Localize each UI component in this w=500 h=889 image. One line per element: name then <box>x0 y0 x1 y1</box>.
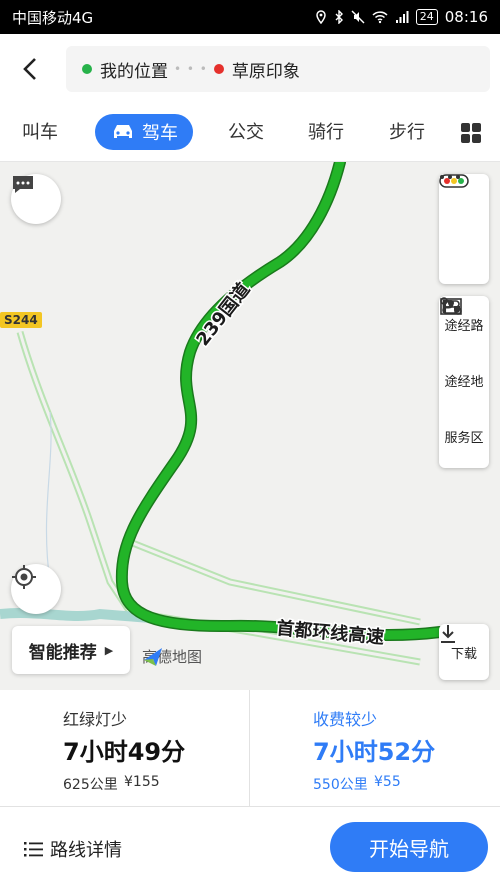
list-icon <box>24 842 43 857</box>
waypoint-place-label: 途经地 <box>444 374 484 390</box>
map-canvas: 239国道 首都环线高速 <box>0 162 446 666</box>
download-icon <box>441 625 455 643</box>
destination-dot <box>213 64 224 74</box>
route-option-duration: 7小时52分 <box>313 738 436 766</box>
tab-walk[interactable]: 步行 <box>389 118 425 144</box>
route-option-tag: 收费较少 <box>313 710 378 729</box>
amap-logo-icon <box>144 648 162 666</box>
origin-label: 我的位置 <box>100 61 168 82</box>
bluetooth-icon <box>335 10 343 24</box>
traffic-button[interactable] <box>439 174 489 230</box>
car-icon <box>114 125 132 138</box>
route-details-button[interactable]: 路线详情 <box>24 836 122 862</box>
waypoint-route-label: 途经路 <box>444 318 484 334</box>
route-input[interactable]: 我的位置 • • • 草原印象 <box>66 46 490 92</box>
triangle-right-icon: ▶ <box>104 643 114 657</box>
divider <box>0 806 500 807</box>
download-button[interactable]: 下载 <box>439 624 489 680</box>
road-label-239: 239国道 <box>192 279 255 351</box>
smart-recommend-label: 智能推荐 <box>28 642 97 663</box>
message-button[interactable] <box>11 174 61 224</box>
service-area-label: 服务区 <box>444 430 484 446</box>
route-options-panel: 红绿灯少 7小时49分 625公里 ¥155 收费较少 7小时52分 550公里… <box>0 690 500 889</box>
route-header: 我的位置 • • • 草原印象 <box>0 34 500 102</box>
route-option-tag: 红绿灯少 <box>63 710 128 729</box>
locate-button[interactable] <box>11 564 61 614</box>
origin-dot <box>82 64 92 74</box>
carrier-label: 中国移动4G <box>12 8 94 27</box>
stream <box>45 411 52 583</box>
map-view[interactable]: 239国道 首都环线高速 S244 途经路 途经地 P 服务区 智能推荐 ▶ 高… <box>0 162 500 690</box>
destination-label: 草原印象 <box>231 61 300 82</box>
route-details-label: 路线详情 <box>50 840 122 861</box>
minor-road-2 <box>128 538 421 626</box>
road-badge-s244: S244 <box>0 312 42 328</box>
map-layer-panel <box>439 174 489 284</box>
service-area-button[interactable]: P 服务区 <box>439 297 489 464</box>
amap-logo: 高德地图 <box>142 646 202 667</box>
more-modes-icon[interactable] <box>461 123 481 143</box>
tab-drive-label: 驾车 <box>142 123 178 144</box>
river <box>0 608 151 623</box>
chat-icon <box>13 176 33 193</box>
road-label-ring-expressway: 首都环线高速 <box>276 617 386 648</box>
mute-icon <box>351 10 365 24</box>
transport-mode-tabs: 叫车 驾车 公交 骑行 步行 <box>0 102 500 162</box>
waypoint-place-button[interactable]: 途经地 <box>439 298 489 408</box>
back-button[interactable] <box>16 54 46 84</box>
parking-coffee-icon: P <box>441 297 460 316</box>
tab-bike[interactable]: 骑行 <box>308 118 344 144</box>
route-separator: • • • <box>174 62 208 76</box>
route-option-cost: ¥155 <box>124 774 160 790</box>
signal-icon <box>395 11 409 23</box>
location-icon <box>316 10 326 24</box>
tab-drive[interactable]: 驾车 <box>95 114 193 150</box>
start-navigation-button[interactable]: 开始导航 <box>330 822 488 872</box>
smart-recommend-button[interactable]: 智能推荐 ▶ <box>12 626 130 674</box>
more-button[interactable] <box>439 175 489 286</box>
clock: 08:16 <box>444 8 488 26</box>
wifi-icon <box>372 11 388 24</box>
route-option-cost: ¥55 <box>374 774 401 790</box>
more-dots-icon <box>440 175 460 179</box>
tab-taxi[interactable]: 叫车 <box>22 118 58 144</box>
route-option-duration: 7小时49分 <box>63 738 186 766</box>
tab-bus[interactable]: 公交 <box>228 118 264 144</box>
route-option-2[interactable]: 收费较少 7小时52分 550公里 ¥55 <box>250 690 500 806</box>
locate-icon <box>12 565 36 589</box>
chevron-left-icon <box>23 58 36 80</box>
route-option-distance: 625公里 <box>63 777 118 793</box>
route-outline <box>115 162 446 642</box>
route-line <box>117 162 445 640</box>
download-label: 下载 <box>450 646 477 662</box>
route-option-1[interactable]: 红绿灯少 7小时49分 625公里 ¥155 <box>0 690 249 806</box>
route-tools-panel: 途经路 途经地 P 服务区 <box>439 296 489 468</box>
status-bar: 中国移动4G 24 08:16 <box>0 0 500 34</box>
route-option-distance: 550公里 <box>313 777 368 793</box>
svg-text:P: P <box>441 297 454 316</box>
status-icons: 24 08:16 <box>315 8 488 26</box>
battery-icon: 24 <box>415 9 438 25</box>
